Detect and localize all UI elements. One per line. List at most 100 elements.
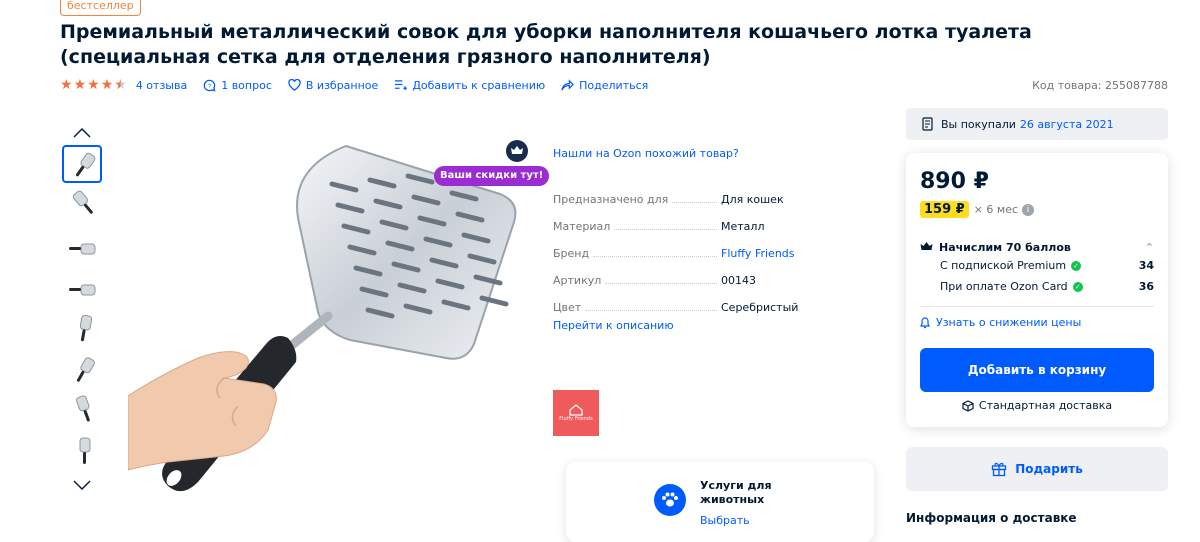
thumbnail-image [69,284,96,296]
gallery-thumbnail[interactable] [62,309,102,347]
gallery-thumbnail[interactable] [62,186,102,224]
premium-crown-icon[interactable] [506,140,528,162]
thumbnail-image [75,152,96,177]
questions-label: 1 вопрос [221,78,272,92]
purchase-date-link[interactable]: 26 августа 2021 [1020,118,1114,131]
star-icon: ★ [60,77,73,93]
brand-logo[interactable]: Fluffy Friends [553,390,599,436]
price-card: 890 ₽ 159 ₽ × 6 мес i Начислим 70 баллов… [906,153,1168,427]
add-to-cart-button[interactable]: Добавить в корзину [920,348,1154,392]
house-icon [569,404,583,416]
installment-row[interactable]: 159 ₽ × 6 мес i [920,201,1035,218]
compare-icon [395,80,408,91]
crown-icon [920,242,933,250]
go-to-description-link[interactable]: Перейти к описанию [553,319,674,332]
check-icon: ✓ [1071,260,1082,271]
thumbnail-image [79,314,93,342]
spec-row: Цвет Серебристый [553,287,799,314]
receipt-icon [922,117,933,131]
gallery-thumbnail[interactable] [62,432,102,470]
services-card[interactable]: Услуги для животных Выбрать [566,462,874,542]
services-select-link[interactable]: Выбрать [700,514,750,527]
divider [920,306,1154,307]
heart-icon [288,79,301,91]
gallery-thumbnail[interactable] [62,227,102,265]
points-row: При оплате Ozon Card ✓ 36 [920,276,1154,297]
spec-dots [672,202,717,203]
questions-link[interactable]: ? 1 вопрос [203,79,272,92]
bestseller-badge: бестселлер [60,0,141,16]
points-row: С подпиской Premium ✓ 34 [920,255,1154,276]
price-drop-notify-link[interactable]: Узнать о снижении цены [920,316,1081,329]
compare-button[interactable]: Добавить к сравнению [394,79,545,92]
share-button[interactable]: Поделиться [561,79,648,92]
spec-name: Артикул [553,274,602,287]
spec-value[interactable]: Fluffy Friends [721,247,795,260]
spec-name: Бренд [553,247,590,260]
spec-value: Металл [721,220,765,233]
product-title: Премиальный металлический совок для убор… [60,21,1032,68]
favorite-label: В избранное [305,78,379,92]
star-icon: ★ [73,77,87,93]
points-header[interactable]: Начислим 70 баллов ⌃ [920,239,1154,255]
box-icon [962,399,974,412]
spec-row: Артикул 00143 [553,260,793,287]
installment-term: × 6 мес [973,203,1019,216]
spec-value: Для кошек [721,193,784,206]
thumbnail-strip [60,124,104,494]
spec-dots [593,256,717,257]
spec-dots [585,310,717,311]
spec-value: Серебристый [721,301,799,314]
thumbs-down-arrow-icon[interactable] [60,476,104,494]
favorite-button[interactable]: В избранное [288,79,378,92]
gift-label: Подарить [1015,462,1083,476]
thumbnail-image [79,437,91,464]
star-icon: ★ [87,77,100,93]
delivery-info-heading: Информация о доставке [906,511,1077,525]
thumbnail-image [69,243,96,255]
gift-button[interactable]: Подарить [906,447,1168,491]
specs-list: Предназначено для Для кошек Материал Металл… [553,179,799,314]
points-rows: С подпиской Premium ✓ 34 При оплате Ozon Ca… [920,255,1154,297]
purchase-history-banner: Вы покупали 26 августа 2021 [906,108,1168,140]
points-section: Начислим 70 баллов ⌃ С подпиской Premium… [920,239,1154,297]
product-code: Код товара: 255087788 [1032,79,1168,92]
spec-name: Материал [553,220,611,233]
spec-dots [614,229,717,230]
price-value: 890 ₽ [920,169,989,194]
product-meta-row: ★ ★ ★ ★ ★ 4 отзыва ? 1 вопрос В избранное До… [60,76,664,94]
star-icon: ★ [100,77,114,93]
discount-promo-badge[interactable]: Ваши скидки тут! [434,166,550,186]
gallery-thumbnail[interactable] [62,145,102,183]
chevron-up-icon[interactable]: ⌃ [1145,241,1154,254]
paw-icon [654,484,686,516]
spec-row: Бренд Fluffy Friends [553,233,795,260]
spec-value: 00143 [721,274,756,287]
thumbnail-image [76,395,90,422]
share-label: Поделиться [579,78,649,92]
chat-bubble-icon: ? [203,79,216,92]
thumbnail-image [76,357,95,382]
reviews-link[interactable]: 4 отзыва [136,79,187,92]
delivery-label: Стандартная доставка [978,399,1113,412]
bell-icon [920,316,930,328]
thumbnail-list [60,145,104,470]
gallery-thumbnail[interactable] [62,350,102,388]
similar-product-link[interactable]: Нашли на Ozon похожий товар? [553,147,739,160]
services-title: Услуги для животных [700,479,772,506]
reviews-label: 4 отзыва [135,78,188,92]
info-icon[interactable]: i [1022,203,1035,216]
delivery-option: Стандартная доставка [906,399,1168,412]
svg-text:?: ? [208,83,211,89]
rating-stars[interactable]: ★ ★ ★ ★ ★ [60,78,128,92]
share-arrow-icon [561,79,575,91]
thumbs-up-arrow-icon[interactable] [60,124,104,142]
spec-name: Предназначено для [553,193,669,206]
gallery-thumbnail[interactable] [62,268,102,306]
gallery-thumbnail[interactable] [62,391,102,429]
purchase-label: Вы покупали [941,117,1016,131]
check-icon: ✓ [1072,281,1083,292]
spec-name: Цвет [553,301,582,314]
gift-icon [992,462,1007,477]
installment-amount: 159 ₽ [920,201,969,218]
